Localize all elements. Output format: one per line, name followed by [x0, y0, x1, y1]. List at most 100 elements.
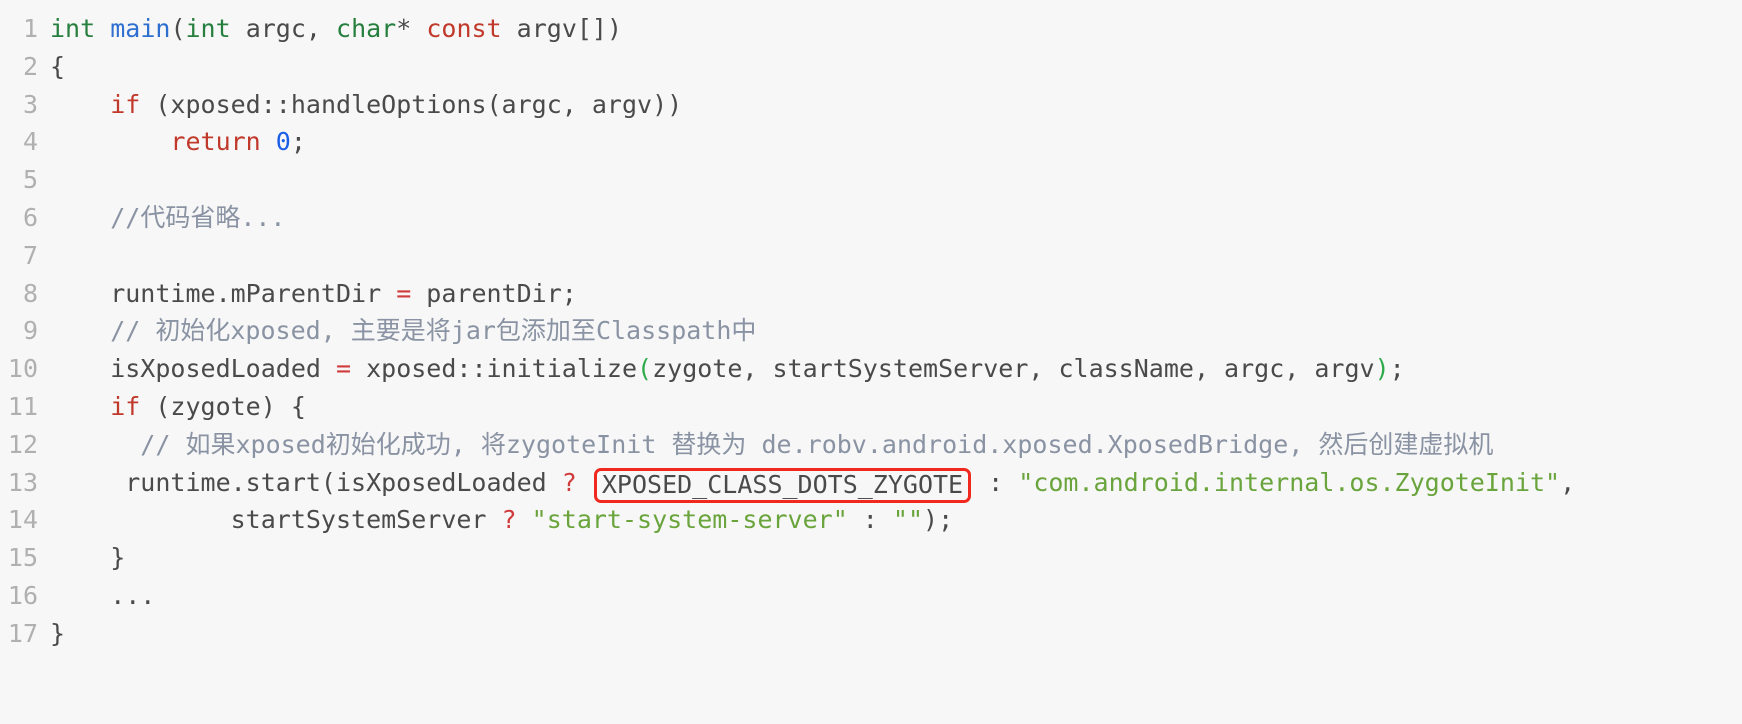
- code-token: int: [185, 14, 231, 43]
- code-line-content: if (xposed::handleOptions(argc, argv)): [50, 86, 1742, 124]
- code-line-content: ...: [50, 577, 1742, 615]
- line-number: 4: [22, 127, 38, 157]
- code-token: char: [336, 14, 397, 43]
- code-line-content: }: [50, 539, 1742, 577]
- code-token: ...: [50, 580, 156, 610]
- code-token: ): [1374, 354, 1390, 384]
- code-token: ?: [501, 505, 517, 535]
- code-token: startSystemServer: [50, 505, 502, 535]
- code-token: xposed::initialize: [351, 354, 638, 384]
- code-token: "": [892, 505, 924, 535]
- code-line: 2{: [0, 48, 1742, 86]
- code-token: =: [335, 354, 352, 384]
- code-line: 9 // 初始化xposed, 主要是将jar包添加至Classpath中: [0, 312, 1742, 350]
- code-line: 11 if (zygote) {: [0, 388, 1742, 426]
- code-line: 6 //代码省略...: [0, 199, 1742, 237]
- line-number: 12: [7, 429, 38, 459]
- code-token: 0: [275, 127, 291, 157]
- code-token: ;: [1389, 354, 1405, 384]
- line-number: 3: [22, 89, 38, 119]
- code-token: (zygote) {: [140, 391, 306, 421]
- code-line: 5: [0, 161, 1742, 199]
- code-token: zygote, startSystemServer, className, ar…: [652, 354, 1375, 384]
- code-line-content: runtime.mParentDir = parentDir;: [50, 275, 1742, 313]
- code-block: 1 int main(int argc, char* const argv[]) 2…: [0, 0, 1742, 724]
- code-token: main: [110, 14, 171, 43]
- code-line: 15 }: [0, 539, 1742, 577]
- code-line-content: return 0;: [50, 123, 1742, 161]
- code-line-content: if (zygote) {: [50, 388, 1742, 426]
- code-token: parentDir;: [411, 278, 577, 308]
- code-token: return: [170, 127, 261, 157]
- line-number: 10: [7, 354, 38, 384]
- code-line: 14 startSystemServer ? "start-system-ser…: [0, 501, 1742, 539]
- code-line-content: runtime.start(isXposedLoaded ? XPOSED_CL…: [50, 464, 1742, 503]
- code-token: if: [110, 391, 141, 421]
- code-line: 1 int main(int argc, char* const argv[]): [0, 10, 1742, 48]
- line-number: 14: [7, 505, 38, 535]
- code-token: if: [110, 89, 141, 119]
- line-number: 16: [7, 580, 38, 610]
- code-token: ;: [290, 127, 306, 157]
- code-line-content: }: [50, 615, 1742, 653]
- code-token: :: [847, 505, 893, 535]
- code-token: const: [426, 14, 502, 43]
- line-number: 17: [7, 618, 38, 648]
- line-number: 11: [7, 391, 38, 421]
- code-line-content: //代码省略...: [50, 199, 1742, 237]
- code-token: (: [637, 354, 653, 384]
- line-number: 1: [22, 14, 38, 43]
- code-token: *: [396, 14, 427, 43]
- code-line: 3 if (xposed::handleOptions(argc, argv)): [0, 86, 1742, 124]
- line-number: 9: [22, 316, 38, 346]
- code-line-content: int main(int argc, char* const argv[]): [50, 10, 1742, 48]
- code-token: ,: [1560, 467, 1576, 497]
- line-number: 8: [22, 278, 38, 308]
- code-line-content: isXposedLoaded = xposed::initialize(zygo…: [50, 350, 1742, 388]
- line-number: 2: [22, 51, 38, 81]
- code-line: 4 return 0;: [0, 123, 1742, 161]
- code-token: argc,: [230, 14, 337, 43]
- code-token: //代码省略...: [110, 202, 286, 232]
- highlighted-token: XPOSED_CLASS_DOTS_ZYGOTE: [593, 467, 972, 503]
- code-token: }: [50, 543, 126, 573]
- code-token: // 如果xposed初始化成功, 将zygoteInit 替换为 de.rob…: [50, 429, 1494, 459]
- code-line: 8 runtime.mParentDir = parentDir;: [0, 275, 1742, 313]
- code-line: 13 runtime.start(isXposedLoaded ? XPOSED…: [0, 464, 1742, 503]
- code-line: 17}: [0, 615, 1742, 653]
- code-token: ?: [561, 467, 577, 497]
- code-line: 10 isXposedLoaded = xposed::initialize(z…: [0, 350, 1742, 388]
- code-line-content: startSystemServer ? "start-system-server…: [50, 501, 1742, 539]
- code-token: (: [170, 14, 186, 43]
- code-token: runtime.start(isXposedLoaded: [50, 467, 562, 497]
- code-line-content: {: [50, 48, 1742, 86]
- code-line-content: // 如果xposed初始化成功, 将zygoteInit 替换为 de.rob…: [50, 426, 1742, 464]
- line-number: 5: [22, 165, 38, 195]
- code-line: 7: [0, 237, 1742, 275]
- code-token: runtime.mParentDir: [50, 278, 397, 308]
- code-token: (xposed::handleOptions(argc, argv)): [140, 89, 683, 119]
- line-number: 7: [22, 240, 38, 270]
- line-number: 15: [7, 543, 38, 573]
- code-token: int: [50, 14, 96, 43]
- code-token: // 初始化xposed, 主要是将jar包添加至Classpath中: [110, 316, 757, 346]
- line-number: 6: [22, 202, 38, 232]
- code-token: :: [973, 467, 1019, 497]
- code-token: }: [50, 618, 66, 648]
- code-token: isXposedLoaded: [50, 354, 336, 384]
- code-token: argv[]): [501, 14, 623, 43]
- code-line-content: // 初始化xposed, 主要是将jar包添加至Classpath中: [50, 312, 1742, 350]
- code-token: "com.android.internal.os.ZygoteInit": [1018, 467, 1561, 497]
- code-token: =: [396, 278, 412, 308]
- code-line: 12 // 如果xposed初始化成功, 将zygoteInit 替换为 de.…: [0, 426, 1742, 464]
- line-number: 13: [7, 467, 38, 497]
